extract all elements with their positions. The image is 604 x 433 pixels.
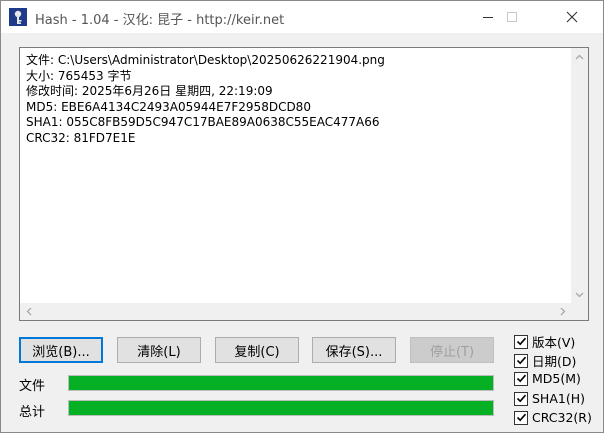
maximize-icon [489, 1, 535, 33]
sha1-checkbox[interactable] [514, 391, 528, 406]
checkmark-icon [516, 394, 526, 403]
vertical-scrollbar[interactable] [571, 48, 588, 303]
output-line-file: 文件: C:\Users\Administrator\Desktop\20250… [26, 53, 385, 67]
md5-label: MD5(M) [532, 371, 581, 386]
option-crc32[interactable]: CRC32(R) [514, 410, 592, 425]
file-progress-label: 文件 [19, 379, 46, 394]
scroll-left-icon[interactable] [20, 303, 37, 320]
checkmark-icon [516, 374, 526, 383]
scrollbar-corner [571, 303, 588, 320]
scroll-down-icon[interactable] [571, 286, 588, 303]
version-label: 版本(V) [532, 335, 576, 350]
close-icon[interactable] [549, 1, 595, 33]
output-line-crc32: CRC32: 81FD7E1E [26, 130, 136, 145]
total-progress-fill [69, 401, 493, 415]
option-version[interactable]: 版本(V) [514, 332, 575, 351]
checkmark-icon [516, 413, 526, 422]
crc32-label: CRC32(R) [532, 410, 592, 425]
file-progress-bar [68, 375, 494, 391]
output-line-md5: MD5: EBE6A4134C2493A05944E7F2958DCD80 [26, 99, 311, 114]
copy-button[interactable]: 复制(C) [215, 337, 299, 363]
sha1-label: SHA1(H) [532, 391, 585, 406]
output-line-modified: 修改时间: 2025年6月26日 星期四, 22:19:09 [26, 84, 273, 98]
date-checkbox[interactable] [514, 353, 528, 368]
checkmark-icon [516, 337, 526, 346]
save-button[interactable]: 保存(S)... [312, 337, 396, 363]
date-label: 日期(D) [532, 354, 577, 369]
clear-button[interactable]: 清除(L) [117, 337, 201, 363]
total-progress-bar [68, 400, 494, 416]
checkmark-icon [516, 356, 526, 365]
file-progress-fill [69, 376, 493, 390]
key-icon [9, 8, 27, 26]
output-line-size: 大小: 765453 字节 [26, 68, 132, 83]
hash-window: Hash - 1.04 - 汉化: 昆子 - http://keir.net 文… [0, 0, 604, 433]
option-sha1[interactable]: SHA1(H) [514, 391, 585, 406]
browse-button[interactable]: 浏览(B)... [19, 337, 103, 363]
crc32-checkbox[interactable] [514, 410, 528, 425]
hash-output-textarea[interactable]: 文件: C:\Users\Administrator\Desktop\20250… [19, 47, 589, 321]
option-date[interactable]: 日期(D) [514, 351, 576, 370]
md5-checkbox[interactable] [514, 371, 528, 386]
scroll-up-icon[interactable] [571, 48, 588, 65]
stop-button: 停止(T) [410, 337, 494, 363]
scroll-right-icon[interactable] [554, 303, 571, 320]
output-text: 文件: C:\Users\Administrator\Desktop\20250… [26, 53, 566, 301]
option-md5[interactable]: MD5(M) [514, 371, 581, 386]
title-bar[interactable]: Hash - 1.04 - 汉化: 昆子 - http://keir.net [1, 1, 603, 33]
version-checkbox[interactable] [514, 334, 528, 349]
window-title: Hash - 1.04 - 汉化: 昆子 - http://keir.net [35, 13, 285, 28]
total-progress-label: 总计 [19, 405, 46, 420]
output-line-sha1: SHA1: 055C8FB59D5C947C17BAE89A0638C55EAC… [26, 115, 380, 129]
horizontal-scrollbar[interactable] [20, 303, 571, 320]
